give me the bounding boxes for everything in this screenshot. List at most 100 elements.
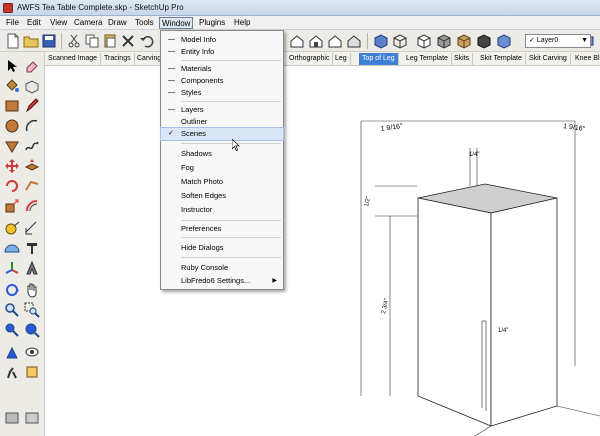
section-plane-icon[interactable] [24,364,40,380]
follow-me-icon[interactable] [24,178,40,194]
menu-file[interactable]: File [4,17,21,29]
monochrome-style-icon[interactable] [476,33,492,49]
eraser-icon[interactable] [24,58,40,74]
tab-leg-template[interactable]: Leg Template [403,53,452,65]
textured-style-icon[interactable] [456,33,472,49]
orbit-icon[interactable] [4,282,20,298]
tab-skits[interactable]: Skits [451,53,474,65]
menu-help[interactable]: Help [232,17,252,29]
previous-view-icon[interactable] [24,322,40,338]
open-folder-icon[interactable] [23,33,39,49]
menu-edit[interactable]: Edit [25,17,43,29]
tab-tracings[interactable]: Tracings [101,53,135,65]
walk-icon[interactable] [4,364,20,380]
menu-item-libfredo6-settings[interactable]: LibFredo6 Settings... ▶ [161,275,283,287]
menu-item-entity-info[interactable]: — Entity Info [161,46,283,58]
paste-icon[interactable] [102,33,118,49]
push-pull-icon[interactable] [24,158,40,174]
cut-icon[interactable] [66,33,82,49]
sketchup-app-icon [3,3,13,13]
iso-view-icon[interactable] [308,33,324,49]
menu-item-preferences[interactable]: Preferences [161,223,283,235]
menu-item-outliner[interactable]: Outliner [161,116,283,128]
shaded-style-icon[interactable] [436,33,452,49]
rectangle-icon[interactable] [4,98,20,114]
freehand-icon[interactable] [24,138,40,154]
layer-dropdown-value: Layer0 [536,37,559,44]
outliner-tool-icon[interactable] [4,410,20,426]
tab-skit-carving[interactable]: Skit Carving [526,53,571,65]
main-toolbar [0,30,600,52]
copy-icon[interactable] [84,33,100,49]
menu-item-instructor[interactable]: Instructor [161,204,283,216]
tab-top-of-leg[interactable]: Top of Leg [359,53,399,65]
component-icon[interactable] [24,78,40,94]
wireframe-style-icon[interactable] [392,33,408,49]
pencil-icon[interactable] [24,98,40,114]
menu-item-scenes[interactable]: ✓ Scenes [160,127,284,141]
pan-hand-icon[interactable] [24,282,40,298]
scale-icon[interactable] [4,198,20,214]
arc-icon[interactable] [24,118,40,134]
menu-item-styles[interactable]: — Styles [161,87,283,99]
tab-orthographic[interactable]: Orthographic [286,53,334,65]
menu-camera[interactable]: Camera [72,17,104,29]
menu-item-materials[interactable]: — Materials [161,63,283,75]
dimension-icon[interactable] [24,220,40,236]
zoom-icon[interactable] [4,302,20,318]
drawing-canvas[interactable]: 1 9/16" 1 9/16" 1/4" 1/2" 2 3/4" 1/4" [45,66,600,436]
tape-measure-icon[interactable] [4,220,20,236]
menu-window[interactable]: Window [159,17,194,29]
zoom-window-icon[interactable] [24,302,40,318]
offset-icon[interactable] [24,198,40,214]
hidden-line-style-icon[interactable] [416,33,432,49]
menu-item-components[interactable]: — Components [161,75,283,87]
undo-icon[interactable] [139,33,155,49]
protractor-icon[interactable] [4,240,20,256]
menu-item-hide-dialogs[interactable]: Hide Dialogs [161,242,283,254]
window-menu-dropdown: — Model Info — Entity Info — Materials — Com… [160,30,284,290]
menu-draw[interactable]: Draw [106,17,129,29]
paint-bucket-icon[interactable] [4,78,20,94]
menu-item-shadows[interactable]: Shadows [161,148,283,160]
menu-tools[interactable]: Tools [133,17,156,29]
axes-icon[interactable] [4,260,20,276]
look-around-icon[interactable] [24,344,40,360]
move-icon[interactable] [4,158,20,174]
menu-item-fog[interactable]: Fog [161,162,283,174]
new-file-icon[interactable] [5,33,21,49]
front-view-icon[interactable] [346,33,362,49]
erase-icon[interactable] [120,33,136,49]
zoom-extents-icon[interactable] [4,322,20,338]
chevron-down-icon: ▼ [581,37,588,44]
scene-tool-icon[interactable] [24,410,40,426]
circle-icon[interactable] [4,118,20,134]
rotate-icon[interactable] [4,178,20,194]
3d-text-icon[interactable] [24,260,40,276]
tab-leg[interactable]: Leg [332,53,351,65]
check-icon: ✓ [168,130,174,137]
menu-item-layers[interactable]: — Layers [161,104,283,116]
menu-item-match-photo[interactable]: Match Photo [161,176,283,188]
select-arrow-icon[interactable] [4,58,20,74]
menu-item-ruby-console[interactable]: Ruby Console [161,262,283,274]
tab-scanned-image[interactable]: Scanned Image [45,53,102,65]
tab-knee-bl[interactable]: Knee Bl [572,53,600,65]
position-camera-icon[interactable] [4,344,20,360]
model-info-icon[interactable] [289,33,305,49]
layer-dropdown[interactable]: ✓ Layer0 ▼ [525,34,591,48]
menu-item-model-info[interactable]: — Model Info [161,34,283,46]
save-icon[interactable] [41,33,57,49]
text-tool-icon[interactable] [24,240,40,256]
back-view-icon[interactable] [496,33,512,49]
polygon-icon[interactable] [4,138,20,154]
dim-top-left: 1 9/16" [380,123,403,133]
tab-skit-template[interactable]: Skit Template [477,53,526,65]
top-view-icon[interactable] [327,33,343,49]
menu-plugins[interactable]: Plugins [197,17,227,29]
left-tool-palette [0,52,45,436]
menu-view[interactable]: View [48,17,69,29]
menu-item-soften-edges[interactable]: Soften Edges [161,190,283,202]
dash-icon: — [168,77,175,84]
xray-style-icon[interactable] [373,33,389,49]
